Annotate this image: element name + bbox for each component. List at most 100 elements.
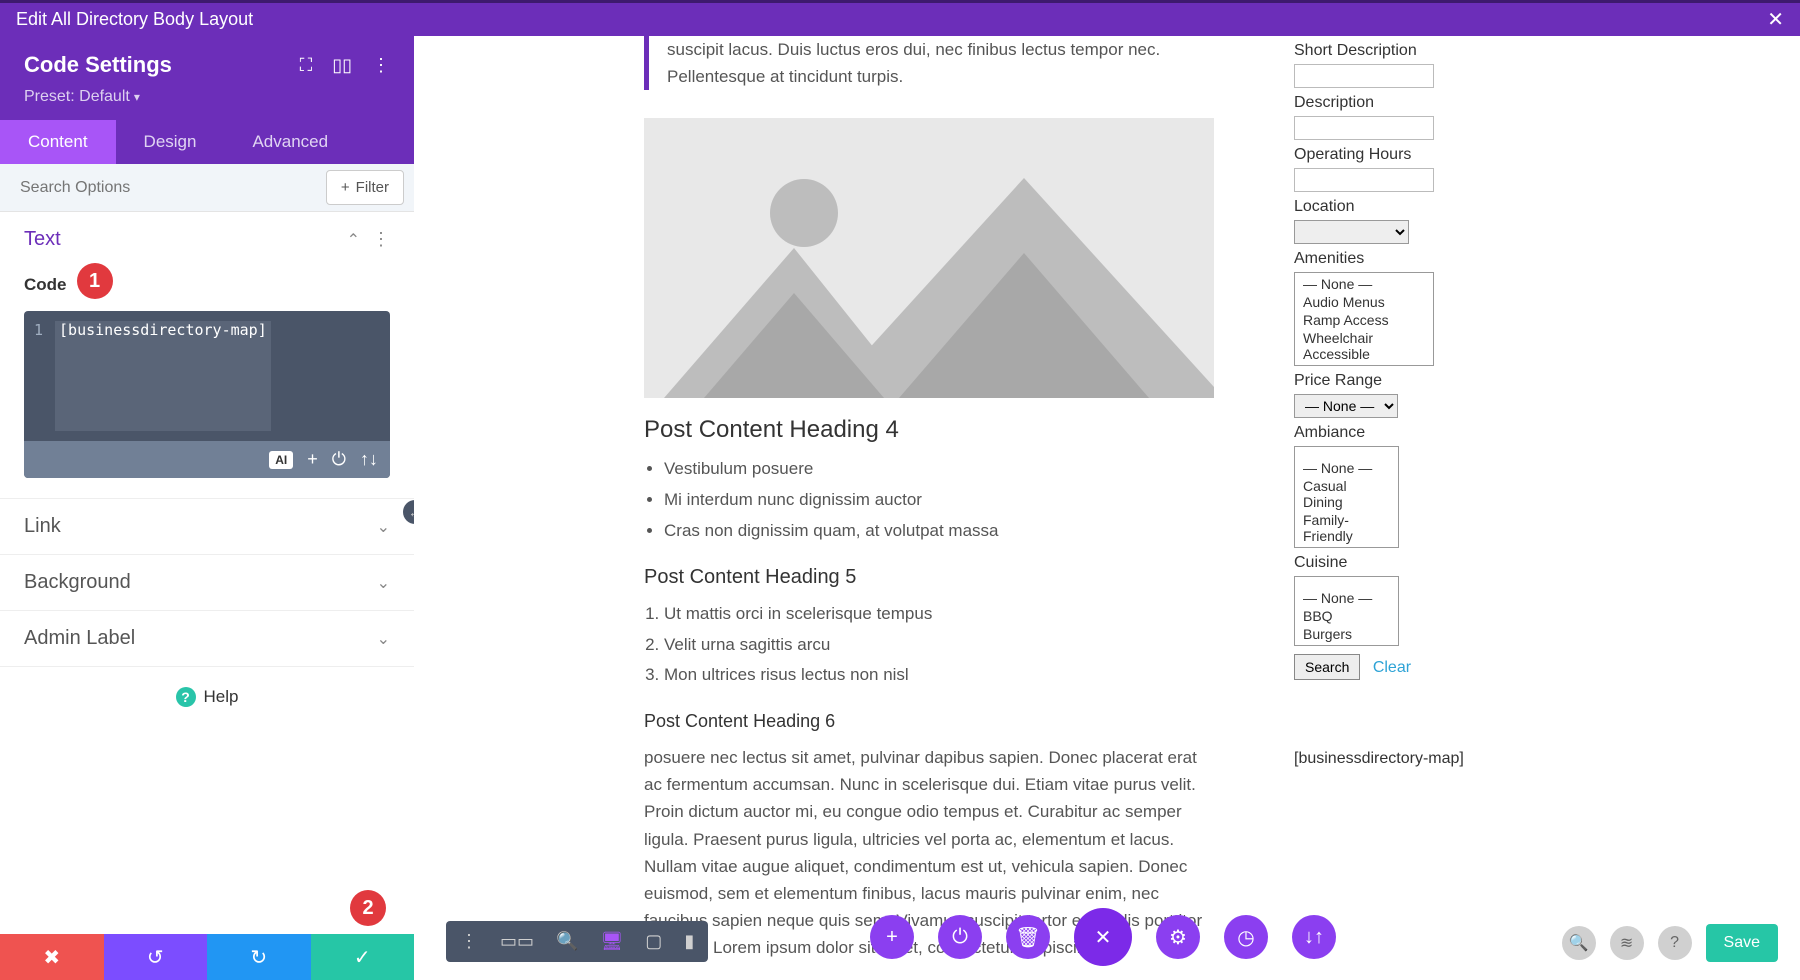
code-editor[interactable]: 1 [businessdirectory-map] AI + ⏻ ↑↓ — [24, 311, 390, 478]
wireframe-icon[interactable]: ▭▭ — [500, 931, 534, 952]
sort-button[interactable]: ↓↑ — [1292, 915, 1336, 959]
bottom-actions: ✖ ↺ ↻ ✓ 2 — [0, 934, 414, 980]
label-ambiance: Ambiance — [1294, 424, 1604, 442]
filter-button[interactable]: + Filter — [326, 170, 404, 205]
short-desc-input[interactable] — [1294, 64, 1434, 88]
list-item: Ut mattis orci in scelerisque tempus — [664, 599, 1214, 630]
builder-toolbar: + ⏻ 🗑 ✕ ⚙ ◷ ↓↑ — [870, 908, 1336, 966]
zoom-icon[interactable]: 🔍 — [556, 931, 578, 952]
sidebar-header: Code Settings ⛶ ▯▯ ⋮ — [0, 36, 414, 88]
heading-6: Post Content Heading 6 — [644, 711, 1214, 732]
expand-icon[interactable]: ⛶ — [300, 55, 313, 76]
help-link[interactable]: ? Help — [0, 667, 414, 727]
label-amenities: Amenities — [1294, 250, 1604, 268]
unordered-list: Vestibulum posuere Mi interdum nunc dign… — [664, 454, 1214, 546]
undo-button[interactable]: ↺ — [104, 934, 208, 980]
code-label: Code 1 — [24, 267, 390, 303]
kebab-icon[interactable]: ⋮ — [460, 931, 478, 952]
post-preview: suscipit lacus. Duis luctus eros dui, ne… — [644, 36, 1214, 961]
mobile-icon[interactable]: ▮ — [684, 931, 694, 952]
cuisine-listbox[interactable]: — None — BBQ Burgers — [1294, 576, 1399, 646]
location-select[interactable] — [1294, 220, 1409, 244]
list-item: Cras non dignissim quam, at volutpat mas… — [664, 516, 1214, 547]
view-toolbar: ⋮ ▭▭ 🔍 🖥 ▢ ▮ — [446, 921, 708, 962]
tab-advanced[interactable]: Advanced — [224, 120, 356, 164]
help-icon[interactable]: ? — [1658, 926, 1692, 960]
price-select[interactable]: — None — — [1294, 394, 1398, 418]
code-toolbar: AI + ⏻ ↑↓ — [24, 441, 390, 478]
search-icon[interactable]: 🔍 — [1562, 926, 1596, 960]
close-builder-button[interactable]: ✕ — [1074, 908, 1132, 966]
chevron-down-icon: ⌄ — [377, 573, 390, 593]
heading-5: Post Content Heading 5 — [644, 566, 1214, 589]
section-background: Background ⌄ — [0, 555, 414, 611]
plus-icon[interactable]: + — [307, 449, 318, 470]
power-button[interactable]: ⏻ — [938, 915, 982, 959]
trash-button[interactable]: 🗑 — [1006, 915, 1050, 959]
settings-sidebar: Code Settings ⛶ ▯▯ ⋮ Preset: Default▾ Co… — [0, 36, 414, 980]
tab-content[interactable]: Content — [0, 120, 116, 164]
cancel-button[interactable]: ✖ — [0, 934, 104, 980]
heading-4: Post Content Heading 4 — [644, 416, 1214, 444]
columns-icon[interactable]: ▯▯ — [332, 55, 352, 76]
confirm-button[interactable]: ✓ 2 — [311, 934, 415, 980]
tab-design[interactable]: Design — [116, 120, 225, 164]
chevron-down-icon: ▾ — [134, 90, 140, 104]
close-icon[interactable]: ✕ — [1767, 7, 1784, 32]
sort-icon[interactable]: ↑↓ — [360, 449, 378, 470]
plus-icon: + — [341, 179, 350, 196]
panel-title: Code Settings — [24, 52, 172, 78]
section-admin-label-head[interactable]: Admin Label ⌄ — [0, 611, 414, 666]
list-item: Mi interdum nunc dignissim auctor — [664, 485, 1214, 516]
topbar-title: Edit All Directory Body Layout — [16, 9, 253, 30]
settings-tabs: Content Design Advanced — [0, 120, 414, 164]
desktop-icon[interactable]: 🖥 — [600, 931, 623, 952]
amenities-listbox[interactable]: — None — Audio Menus Ramp Access Wheelch… — [1294, 272, 1434, 366]
section-text: Text ⌃ ⋮ Code 1 1 [businessdirectory-map… — [0, 212, 414, 499]
label-short-desc: Short Description — [1294, 42, 1604, 60]
section-background-head[interactable]: Background ⌄ — [0, 555, 414, 610]
hours-input[interactable] — [1294, 168, 1434, 192]
list-item: Mon ultrices risus lectus non nisl — [664, 660, 1214, 691]
annotation-marker-2: 2 — [350, 890, 386, 926]
list-item: Vestibulum posuere — [664, 454, 1214, 485]
label-location: Location — [1294, 198, 1604, 216]
chevron-down-icon: ⌄ — [377, 629, 390, 649]
list-item: Velit urna sagittis arcu — [664, 630, 1214, 661]
tablet-icon[interactable]: ▢ — [645, 931, 662, 952]
search-input[interactable] — [0, 165, 316, 211]
power-icon[interactable]: ⏻ — [332, 449, 346, 470]
section-admin-label: Admin Label ⌄ — [0, 611, 414, 667]
ambiance-listbox[interactable]: — None — Casual Dining Family-Friendly — [1294, 446, 1399, 548]
search-form: Short Description Description Operating … — [1294, 36, 1604, 961]
redo-button[interactable]: ↻ — [207, 934, 311, 980]
search-button[interactable]: Search — [1294, 654, 1360, 680]
history-button[interactable]: ◷ — [1224, 915, 1268, 959]
main-canvas: suscipit lacus. Duis luctus eros dui, ne… — [414, 36, 1800, 980]
description-input[interactable] — [1294, 116, 1434, 140]
code-content[interactable]: [businessdirectory-map] — [55, 321, 271, 431]
topbar: Edit All Directory Body Layout ✕ — [0, 0, 1800, 36]
label-description: Description — [1294, 94, 1604, 112]
save-button[interactable]: Save — [1706, 924, 1778, 962]
section-link-head[interactable]: Link ⌄ — [0, 499, 414, 554]
section-text-head[interactable]: Text ⌃ ⋮ — [0, 212, 414, 267]
label-price: Price Range — [1294, 372, 1604, 390]
shortcode-output: [businessdirectory-map] — [1294, 750, 1604, 768]
layers-icon[interactable]: ≋ — [1610, 926, 1644, 960]
section-link: Link ⌄ — [0, 499, 414, 555]
blockquote: suscipit lacus. Duis luctus eros dui, ne… — [644, 36, 1214, 90]
preset-selector[interactable]: Preset: Default▾ — [0, 88, 414, 120]
add-button[interactable]: + — [870, 915, 914, 959]
image-placeholder — [644, 118, 1214, 398]
settings-button[interactable]: ⚙ — [1156, 915, 1200, 959]
annotation-marker-1: 1 — [77, 263, 113, 299]
chevron-down-icon: ⌄ — [377, 517, 390, 537]
kebab-icon[interactable]: ⋮ — [372, 229, 390, 250]
kebab-icon[interactable]: ⋮ — [372, 55, 390, 76]
ai-icon[interactable]: AI — [269, 451, 293, 469]
search-row: + Filter — [0, 164, 414, 212]
clear-link[interactable]: Clear — [1373, 659, 1411, 676]
ordered-list: Ut mattis orci in scelerisque tempus Vel… — [664, 599, 1214, 691]
label-hours: Operating Hours — [1294, 146, 1604, 164]
